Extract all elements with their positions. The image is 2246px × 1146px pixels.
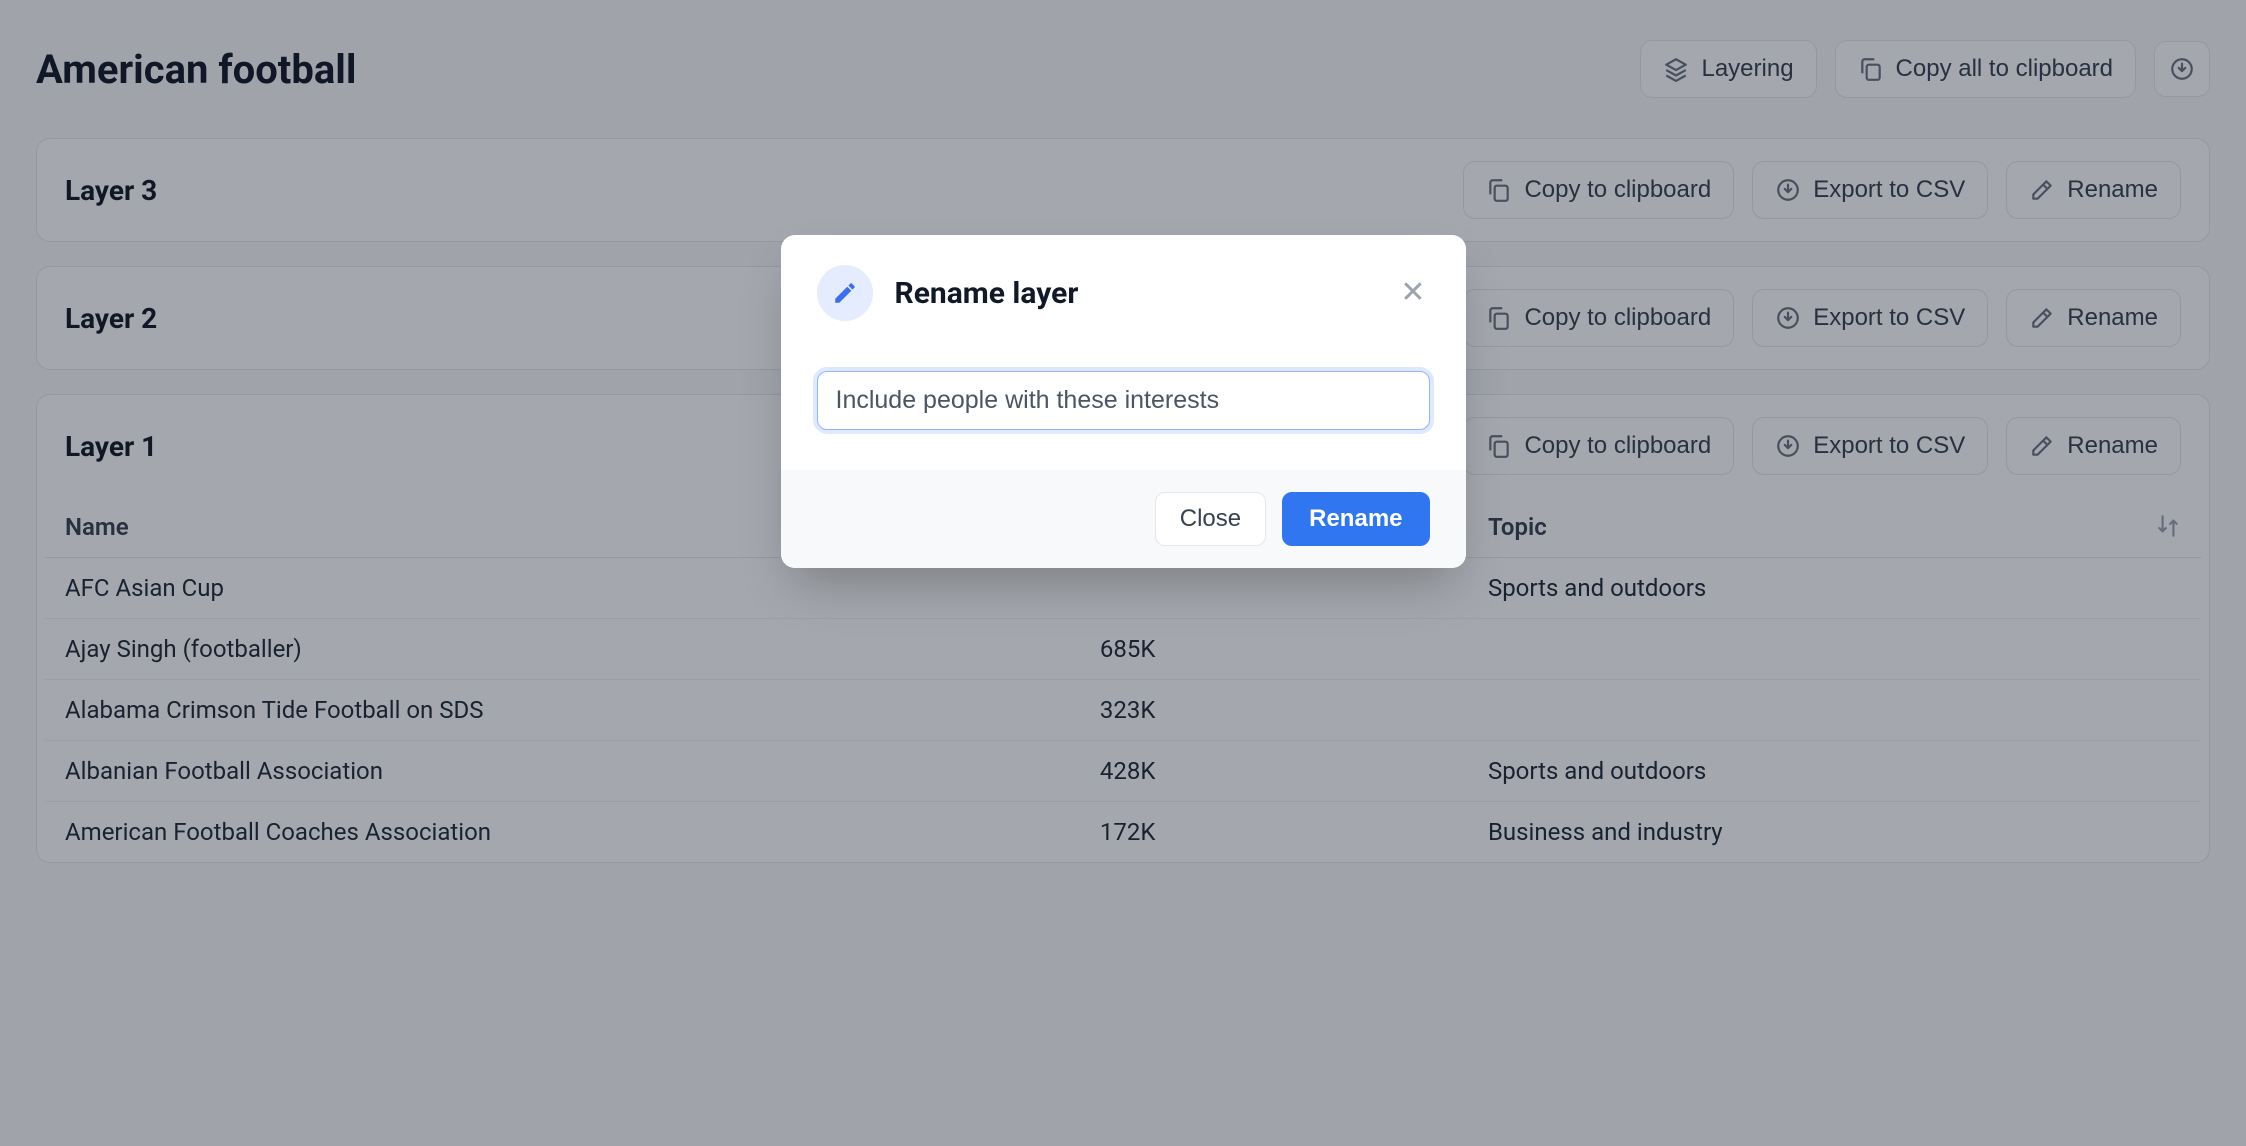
modal-overlay[interactable]: Rename layer ✕ Close Rename	[0, 0, 2246, 1146]
modal-footer: Close Rename	[781, 470, 1466, 568]
modal-close-button[interactable]: ✕	[1396, 274, 1429, 312]
close-button[interactable]: Close	[1155, 492, 1266, 546]
rename-modal: Rename layer ✕ Close Rename	[781, 235, 1466, 568]
rename-input[interactable]	[817, 371, 1430, 430]
close-icon: ✕	[1400, 276, 1425, 309]
modal-title: Rename layer	[895, 276, 1079, 311]
modal-header-left: Rename layer	[817, 265, 1079, 321]
pencil-icon	[817, 265, 873, 321]
modal-header: Rename layer ✕	[781, 235, 1466, 341]
rename-confirm-button[interactable]: Rename	[1282, 492, 1429, 546]
modal-body	[781, 341, 1466, 470]
